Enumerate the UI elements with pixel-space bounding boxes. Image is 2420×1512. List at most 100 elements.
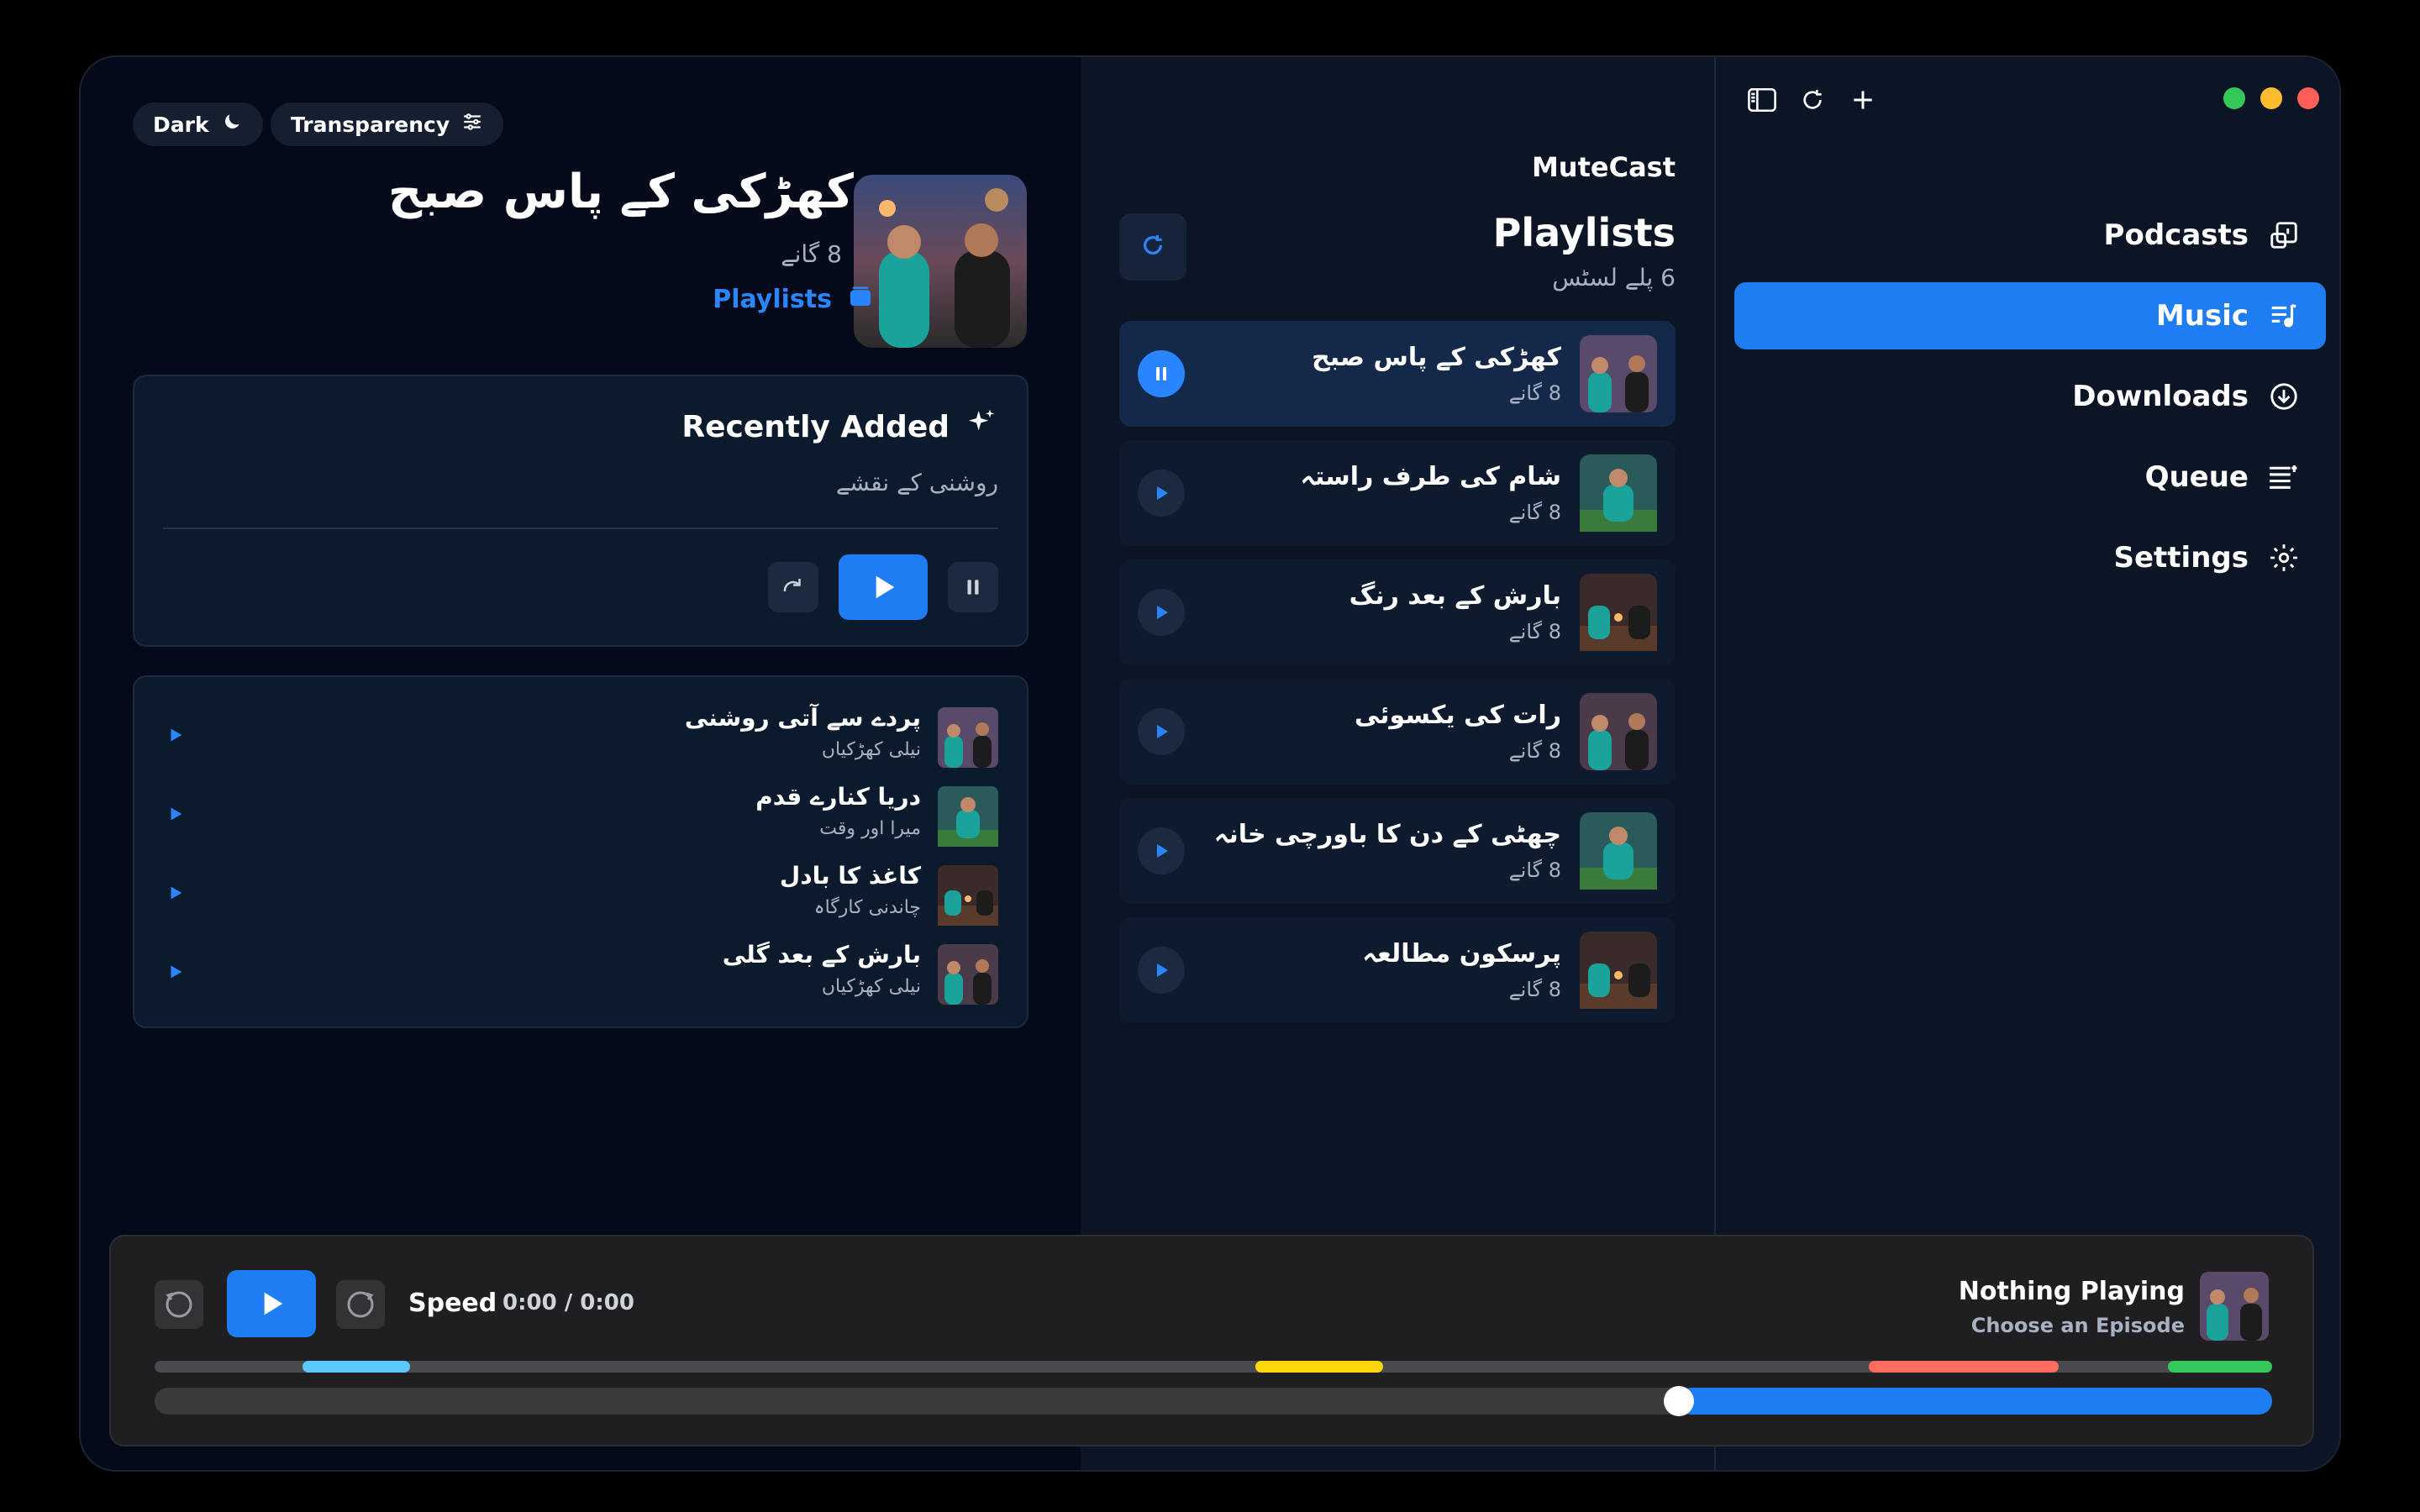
queue-list-icon [2267,460,2301,494]
podcasts-icon [2267,218,2301,252]
refresh-playlists-button[interactable] [1119,213,1186,281]
play-icon[interactable] [163,722,188,748]
app-name: MuteCast [1531,151,1676,183]
skip-forward-button[interactable] [336,1280,385,1332]
moon-icon [221,111,243,138]
dark-mode-chip[interactable]: Dark [133,102,263,146]
transparency-chip[interactable]: Transparency [271,102,504,146]
sidebar-item-label: Settings [2113,541,2249,575]
track-thumbnail [938,865,998,926]
play-icon[interactable] [163,880,188,906]
seek-knob[interactable] [1664,1386,1694,1416]
playlist-song-count: 8 گانے [1508,620,1561,643]
track-row[interactable]: دریا کنارے قدم میرا اور وقت [163,783,998,847]
player-play-button[interactable] [227,1270,316,1337]
play-button[interactable] [1138,470,1185,517]
gear-icon [2267,541,2301,575]
music-note-list-icon [2267,299,2301,333]
playlists-count: 6 پلے لسٹس [1552,264,1676,291]
divider [163,528,998,529]
playlist-row[interactable]: بارش کے بعد رنگ 8 گانے [1119,559,1676,665]
chapter-track [155,1361,2272,1373]
playlist-row[interactable]: شام کی طرف راستہ 8 گانے [1119,440,1676,546]
seek-fill [1679,1388,2272,1415]
sidebar-item-label: Podcasts [2103,218,2249,252]
close-button[interactable] [2297,87,2319,109]
refresh-icon[interactable] [1798,86,1827,114]
sparkles-icon [965,407,998,448]
play-button[interactable] [1138,947,1185,994]
sidebar-nav: Podcasts Music Downloads Queue Settings [1734,202,2326,605]
playlist-name: چھٹی کے دن کا باورچی خانہ [1213,820,1561,849]
chapter-marker[interactable] [2168,1361,2272,1373]
skip-back-button[interactable] [155,1280,203,1332]
play-button[interactable] [1138,827,1185,874]
download-circle-icon [2267,380,2301,413]
playlists-link[interactable]: Playlists [713,282,874,316]
track-list-card: پردے سے آتی روشنی نیلی کھڑکیاں دریا کنار… [133,675,1028,1028]
chapter-marker[interactable] [302,1361,410,1373]
sidebar-item-settings[interactable]: Settings [1734,524,2326,591]
track-row[interactable]: کاغذ کا بادل چاندنی کارگاہ [163,862,998,926]
track-row[interactable]: پردے سے آتی روشنی نیلی کھڑکیاں [163,704,998,768]
zoom-button[interactable] [2223,87,2245,109]
minimize-button[interactable] [2260,87,2282,109]
sidebar-item-podcasts[interactable]: Podcasts [1734,202,2326,269]
track-artist: چاندنی کارگاہ [813,897,921,918]
track-artist: میرا اور وقت [819,818,921,839]
playlist-name: پرسکون مطالعہ [1362,939,1561,969]
plus-icon[interactable] [1849,86,1877,114]
playlist-name: رات کی یکسوئی [1354,701,1561,730]
recently-added-title: Recently Added [681,410,950,444]
sidebar-item-label: Music [2155,299,2249,333]
sidebar-item-downloads[interactable]: Downloads [1734,363,2326,430]
track-thumbnail [938,944,998,1005]
sliders-icon [461,111,483,138]
play-icon[interactable] [163,801,188,827]
chapter-marker[interactable] [1255,1361,1383,1373]
playlist-song-count: 8 گانے [1508,501,1561,524]
playlist-row[interactable]: چھٹی کے دن کا باورچی خانہ 8 گانے [1119,798,1676,904]
pause-button[interactable] [948,562,998,612]
playlist-row[interactable]: کھڑکی کے پاس صبح 8 گانے [1119,321,1676,427]
repeat-button[interactable] [768,562,818,612]
now-playing-artwork [2200,1272,2269,1341]
sidebar-item-music[interactable]: Music [1734,282,2326,349]
sidebar-item-queue[interactable]: Queue [1734,444,2326,511]
sidebar-toggle-icon[interactable] [1748,86,1776,114]
playlists-title: Playlists [1492,210,1676,255]
playlist-row[interactable]: پرسکون مطالعہ 8 گانے [1119,917,1676,1023]
app-window: Dark Transparency کھڑکی کے پاس صبح 8 گان… [79,55,2341,1472]
track-title: بارش کے بعد گلی [722,941,921,969]
transparency-chip-label: Transparency [291,112,450,137]
playlist-song-count: 8 گانے [1508,858,1561,882]
playlist-cover-image [854,175,1027,348]
playlist-name: شام کی طرف راستہ [1300,462,1561,491]
playlist-song-count: 8 گانے [1508,978,1561,1001]
playlist-row[interactable]: رات کی یکسوئی 8 گانے [1119,679,1676,785]
refresh-icon [1139,232,1166,262]
sidebar-item-label: Queue [2144,460,2249,494]
playlist-thumbnail [1580,335,1657,412]
track-title: دریا کنارے قدم [755,783,921,811]
seek-slider[interactable] [155,1386,2272,1416]
speed-button[interactable]: Speed [408,1289,497,1318]
playlist-thumbnail [1580,574,1657,651]
dark-chip-label: Dark [153,112,209,137]
time-readout: 0:00 / 0:00 [502,1290,634,1315]
pause-button[interactable] [1138,350,1185,397]
playlist-thumbnail [1580,693,1657,770]
play-icon[interactable] [163,959,188,984]
sidebar-item-label: Downloads [2072,380,2249,413]
track-row[interactable]: بارش کے بعد گلی نیلی کھڑکیاں [163,941,998,1005]
chapter-marker[interactable] [1869,1361,2059,1373]
playlist-song-count: 8 گانے [781,240,842,268]
play-button[interactable] [839,554,928,620]
player-bar: Speed 0:00 / 0:00 Nothing Playing Choose… [109,1235,2314,1446]
stack-icon [847,282,874,316]
play-button[interactable] [1138,708,1185,755]
play-button[interactable] [1138,589,1185,636]
recently-added-header: Recently Added [681,407,998,448]
recent-controls [768,554,998,620]
window-controls [2223,87,2319,109]
